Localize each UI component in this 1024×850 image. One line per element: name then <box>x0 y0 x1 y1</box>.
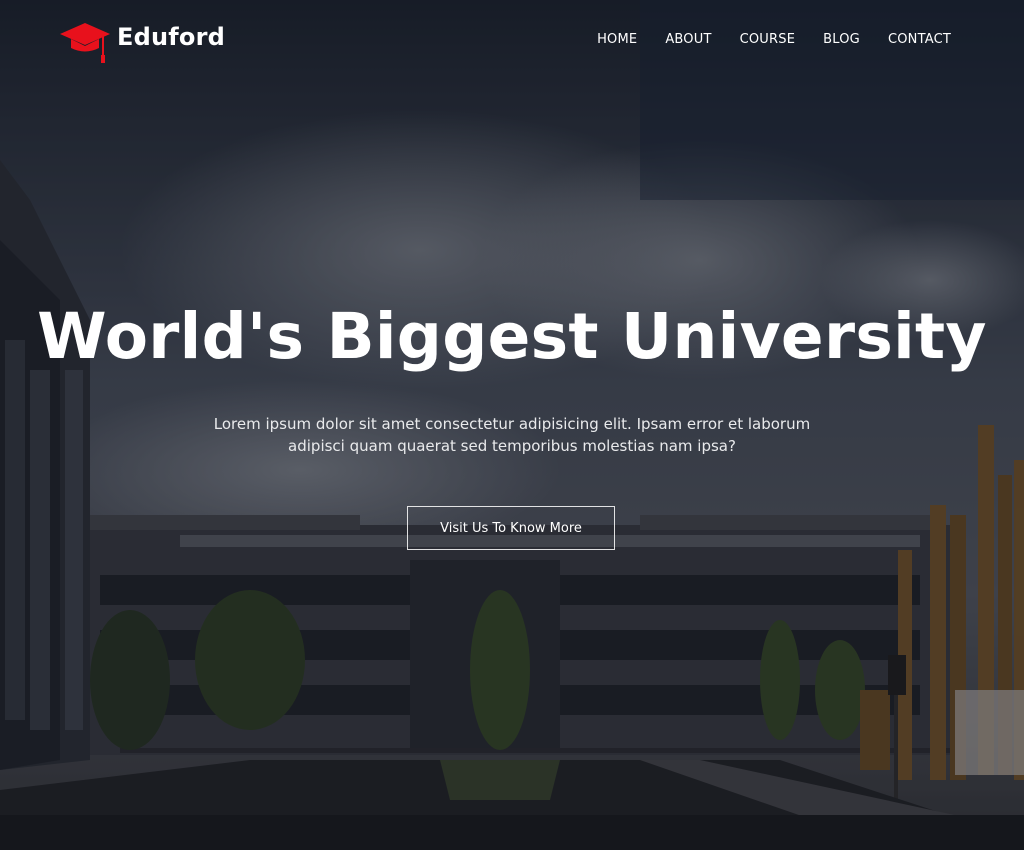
hero-subtitle-line-1: Lorem ipsum dolor sit amet consectetur a… <box>213 415 811 433</box>
nav-course[interactable]: COURSE <box>740 32 796 47</box>
visit-us-button[interactable]: Visit Us To Know More <box>407 506 615 550</box>
nav-home[interactable]: HOME <box>597 32 637 47</box>
nav-contact[interactable]: CONTACT <box>888 32 951 47</box>
brand-name: Eduford <box>117 23 226 51</box>
nav-blog[interactable]: BLOG <box>823 32 860 47</box>
hero-title: World's Biggest University <box>37 300 987 373</box>
hero-subtitle: Lorem ipsum dolor sit amet consectetur a… <box>0 413 1024 457</box>
main-nav: HOME ABOUT COURSE BLOG CONTACT <box>597 32 951 47</box>
nav-about[interactable]: ABOUT <box>665 32 711 47</box>
graduation-cap-icon <box>60 23 110 63</box>
brand-logo-link[interactable]: Eduford <box>60 20 225 64</box>
site-header: Eduford HOME ABOUT COURSE BLOG CONTACT <box>0 0 1024 80</box>
hero-subtitle-line-2: adipisci quam quaerat sed temporibus mol… <box>288 437 736 455</box>
